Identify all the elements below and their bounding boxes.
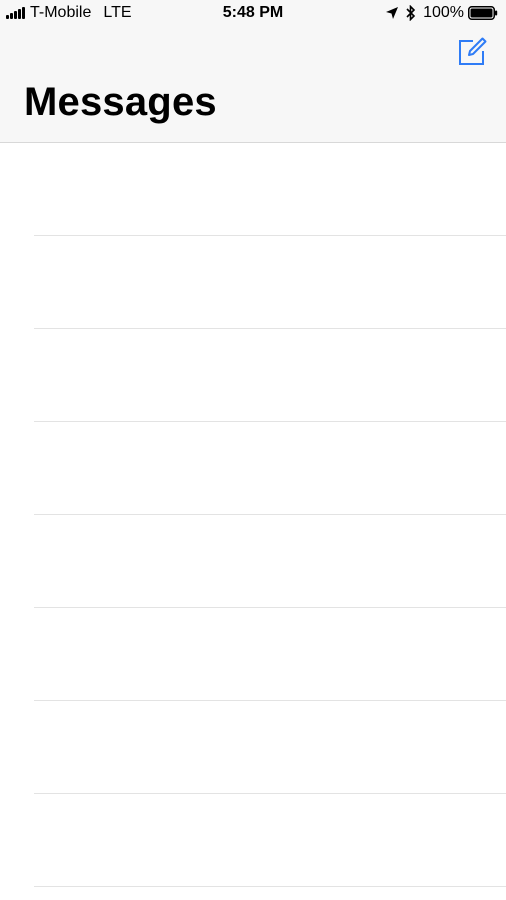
conversation-row[interactable] bbox=[34, 422, 506, 515]
conversation-row[interactable] bbox=[34, 143, 506, 236]
conversation-row[interactable] bbox=[34, 794, 506, 887]
page-title: Messages bbox=[24, 80, 217, 124]
compose-button[interactable] bbox=[456, 36, 488, 68]
compose-icon bbox=[459, 37, 487, 65]
conversation-list[interactable] bbox=[0, 143, 506, 887]
conversation-row[interactable] bbox=[34, 608, 506, 701]
conversation-row[interactable] bbox=[34, 515, 506, 608]
battery-icon bbox=[468, 6, 498, 20]
status-right: 100% bbox=[385, 4, 498, 22]
status-bar: T-Mobile LTE 5:48 PM 100% bbox=[0, 0, 506, 26]
conversation-row[interactable] bbox=[34, 329, 506, 422]
location-arrow-icon bbox=[386, 7, 399, 19]
battery-percent: 100% bbox=[423, 4, 464, 21]
conversation-row[interactable] bbox=[34, 236, 506, 329]
conversation-row[interactable] bbox=[34, 701, 506, 794]
navigation-bar: Messages bbox=[0, 26, 506, 143]
bluetooth-icon bbox=[406, 5, 416, 21]
messages-screen: T-Mobile LTE 5:48 PM 100% Messages bbox=[0, 0, 506, 900]
